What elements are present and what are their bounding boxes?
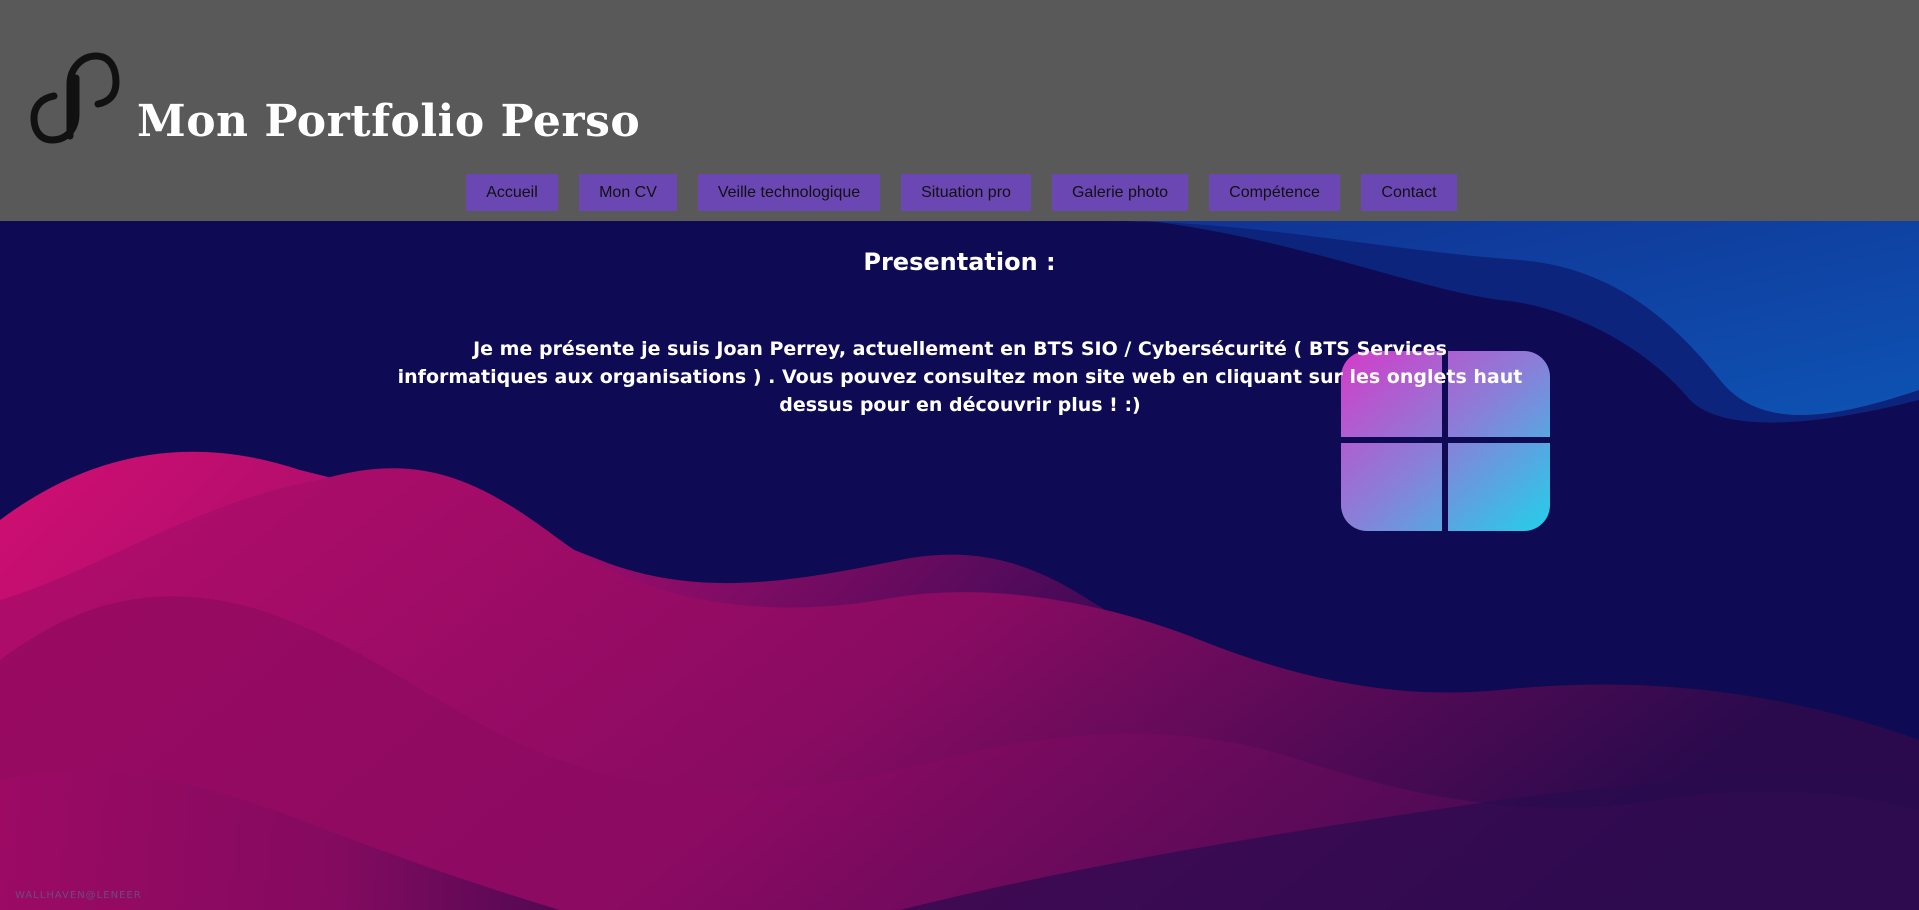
nav-item-competence[interactable]: Compétence bbox=[1209, 174, 1340, 211]
page: Mon Portfolio Perso Accueil Mon CV Veill… bbox=[0, 0, 1919, 910]
presentation-heading: Presentation : bbox=[863, 248, 1056, 276]
nav-item-galerie-photo[interactable]: Galerie photo bbox=[1052, 174, 1188, 211]
nav-item-veille-technologique[interactable]: Veille technologique bbox=[698, 174, 880, 211]
paperclip-p-logo-icon[interactable] bbox=[30, 44, 120, 148]
site-header: Mon Portfolio Perso Accueil Mon CV Veill… bbox=[0, 0, 1919, 221]
site-title: Mon Portfolio Perso bbox=[137, 96, 641, 147]
main-nav: Accueil Mon CV Veille technologique Situ… bbox=[466, 174, 1457, 211]
nav-item-mon-cv[interactable]: Mon CV bbox=[579, 174, 677, 211]
nav-item-accueil[interactable]: Accueil bbox=[466, 174, 558, 211]
nav-item-situation-pro[interactable]: Situation pro bbox=[901, 174, 1031, 211]
wallpaper-watermark: WALLHAVEN@LENEER bbox=[15, 890, 142, 901]
nav-item-contact[interactable]: Contact bbox=[1361, 174, 1457, 211]
presentation-text: Je me présente je suis Joan Perrey, actu… bbox=[397, 338, 1523, 416]
